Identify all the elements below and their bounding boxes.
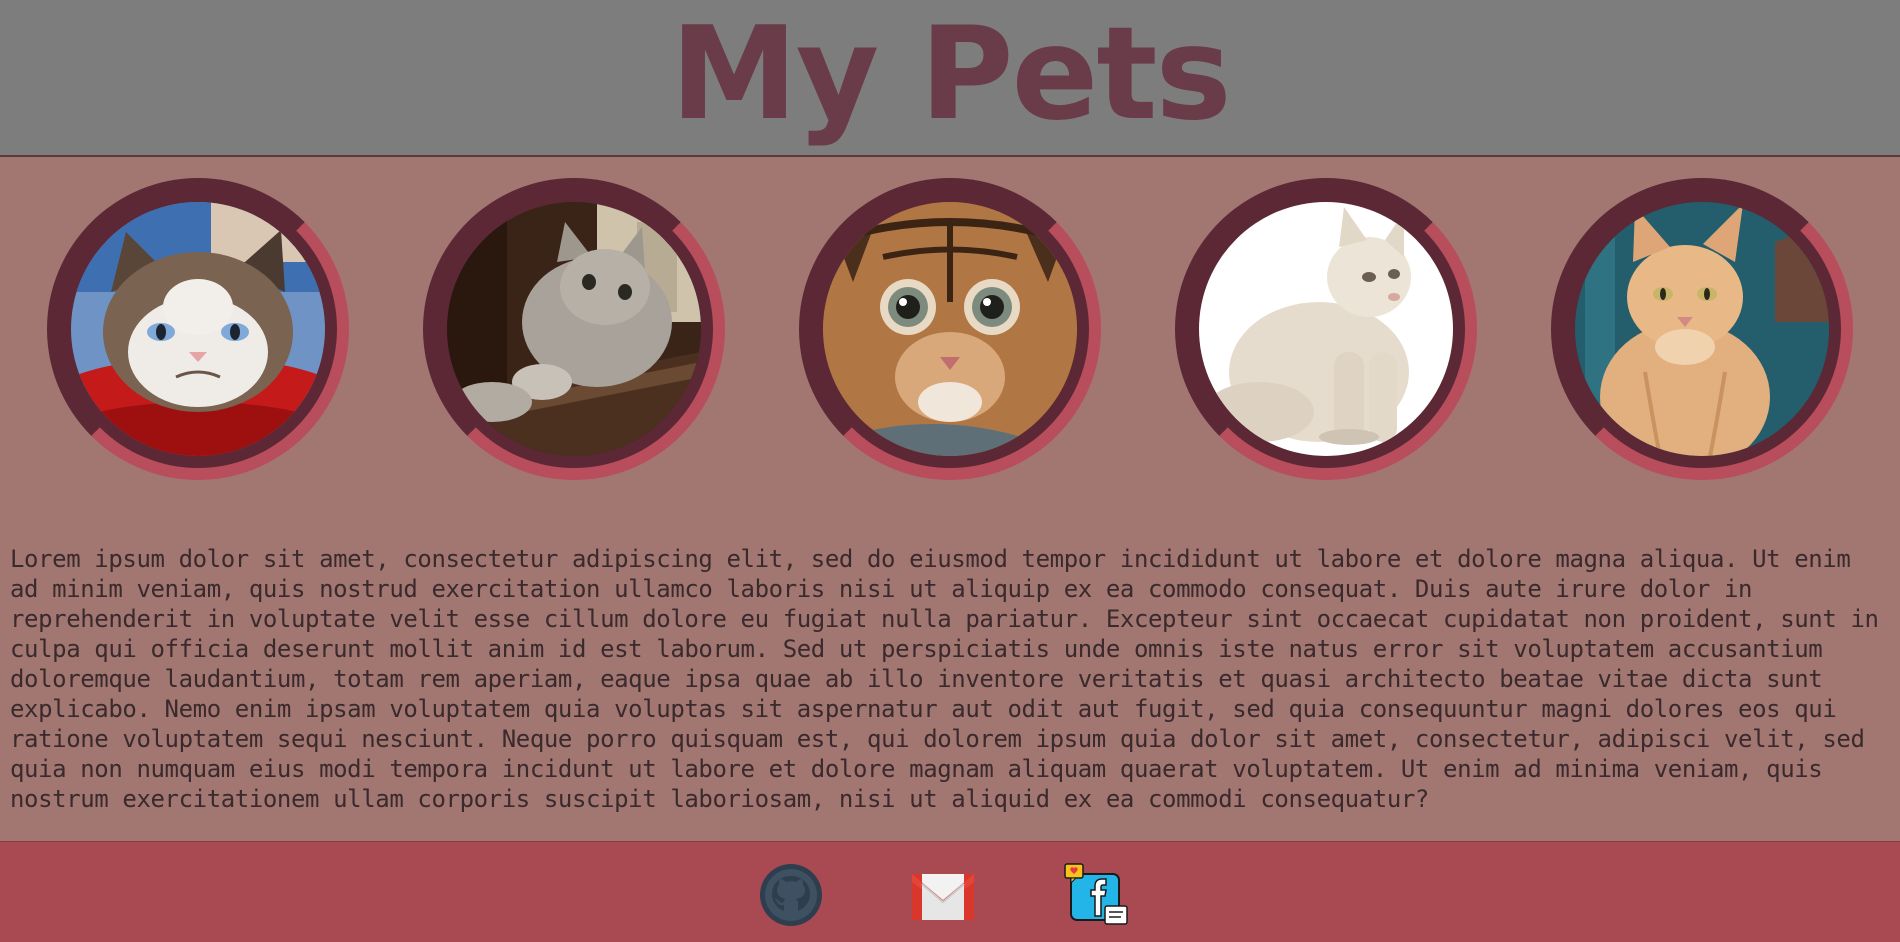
pet-photo-frame [1551,178,1853,480]
gmail-link[interactable] [910,862,976,928]
pet-photo-frame [1175,178,1477,480]
white-cat-photo [1199,202,1453,456]
github-icon [760,864,822,926]
gray-cat-photo [447,202,701,456]
tabby-kitten-photo [823,202,1077,456]
grumpy-cat-photo [71,202,325,456]
site-header: My Pets [0,0,1900,157]
facebook-link[interactable] [1063,862,1129,928]
github-link[interactable] [758,862,824,928]
pet-photo-frame [47,178,349,480]
gmail-icon [912,874,974,920]
pet-gallery [0,178,1900,483]
pet-photo-frame [799,178,1101,480]
orange-cat-photo [1575,202,1829,456]
facebook-icon [1064,863,1128,925]
pet-photo-frame [423,178,725,480]
site-footer [0,841,1900,942]
page-title: My Pets [670,0,1231,149]
body-text: Lorem ipsum dolor sit amet, consectetur … [10,545,1879,813]
